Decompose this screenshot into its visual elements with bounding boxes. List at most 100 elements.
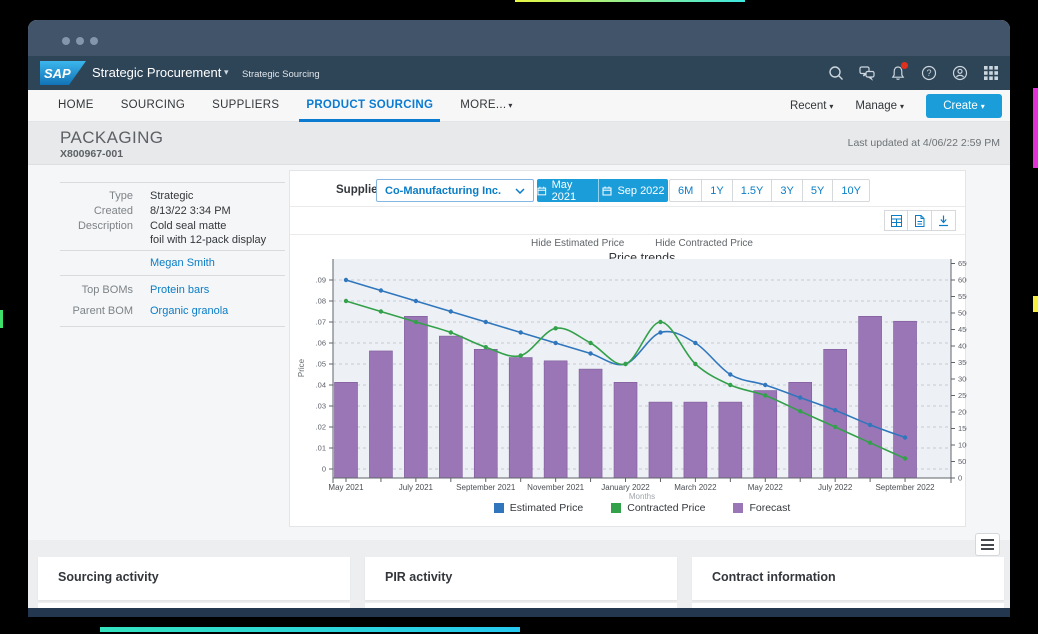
estimated-price-point[interactable] <box>484 320 488 324</box>
window-control-dot[interactable] <box>62 37 70 45</box>
contracted-price-point[interactable] <box>449 330 453 334</box>
estimated-price-point[interactable] <box>519 330 523 334</box>
forecast-bar[interactable] <box>684 402 707 478</box>
estimated-price-point[interactable] <box>379 288 383 292</box>
forecast-bar[interactable] <box>369 351 392 478</box>
contracted-price-point[interactable] <box>903 456 907 460</box>
estimated-price-point[interactable] <box>763 383 767 387</box>
range-button-group: 6M1Y1.5Y3Y5Y10Y <box>669 179 870 202</box>
contracted-price-point[interactable] <box>693 362 697 366</box>
app-finder-grid-icon[interactable] <box>982 64 1000 82</box>
estimated-price-point[interactable] <box>868 423 872 427</box>
contracted-price-point[interactable] <box>868 441 872 445</box>
parent-bom-link[interactable]: Organic granola <box>150 305 228 317</box>
tab-home[interactable]: HOME <box>58 90 94 122</box>
estimated-price-point[interactable] <box>693 341 697 345</box>
divider <box>60 326 285 327</box>
contracted-price-point[interactable] <box>623 362 627 366</box>
contracted-price-point[interactable] <box>833 425 837 429</box>
contracted-price-point[interactable] <box>414 320 418 324</box>
estimated-price-point[interactable] <box>658 330 662 334</box>
y-right-tick-label: 550 <box>958 292 967 301</box>
tab-sourcing[interactable]: SOURCING <box>121 90 185 122</box>
chat-icon[interactable] <box>858 64 876 82</box>
layout-menu-button[interactable] <box>975 533 1000 556</box>
forecast-bar[interactable] <box>579 369 602 478</box>
forecast-bar[interactable] <box>754 391 777 478</box>
contracted-price-point[interactable] <box>658 320 662 324</box>
contracted-price-point[interactable] <box>588 341 592 345</box>
range-6m[interactable]: 6M <box>669 179 702 202</box>
notifications-bell-icon[interactable] <box>889 64 907 82</box>
forecast-bar[interactable] <box>439 336 462 478</box>
contracted-price-point[interactable] <box>728 383 732 387</box>
forecast-bar[interactable] <box>719 402 742 478</box>
estimated-price-point[interactable] <box>728 372 732 376</box>
window-control-dot[interactable] <box>90 37 98 45</box>
forecast-bar[interactable] <box>544 361 567 478</box>
top-boms-link[interactable]: Protein bars <box>150 284 209 296</box>
estimated-price-point[interactable] <box>553 341 557 345</box>
y-left-tick-label: .07 <box>316 318 326 327</box>
estimated-price-point[interactable] <box>833 408 837 412</box>
owner-link[interactable]: Megan Smith <box>150 257 215 269</box>
contracted-price-point[interactable] <box>484 345 488 349</box>
hide-estimated-price-link[interactable]: Hide Estimated Price <box>531 238 624 249</box>
spreadsheet-export-button[interactable] <box>884 210 908 231</box>
contracted-price-point[interactable] <box>519 353 523 357</box>
card-pir-activity[interactable]: PIR activity <box>365 557 677 600</box>
range-1-5y[interactable]: 1.5Y <box>733 179 773 202</box>
forecast-bar[interactable] <box>859 316 882 478</box>
card-contract-information[interactable]: Contract information <box>692 557 1004 600</box>
pdf-export-button[interactable] <box>908 210 932 231</box>
calendar-icon <box>602 186 612 196</box>
supplier-select[interactable]: Co-Manufacturing Inc. <box>376 179 534 202</box>
forecast-bar[interactable] <box>614 382 637 478</box>
download-button[interactable] <box>932 210 956 231</box>
create-button[interactable]: Create▾ <box>926 94 1002 118</box>
tab-suppliers[interactable]: SUPPLIERS <box>212 90 279 122</box>
window-control-dot[interactable] <box>76 37 84 45</box>
window-titlebar <box>28 20 1010 56</box>
compression-artifact <box>100 627 520 632</box>
forecast-bar[interactable] <box>335 382 358 478</box>
forecast-bar[interactable] <box>509 358 532 478</box>
range-1y[interactable]: 1Y <box>702 179 732 202</box>
contracted-price-point[interactable] <box>379 309 383 313</box>
contracted-price-point[interactable] <box>344 299 348 303</box>
product-menu-caret-icon[interactable]: ▾ <box>224 67 229 78</box>
contracted-price-point[interactable] <box>763 393 767 397</box>
card-sourcing-activity[interactable]: Sourcing activity <box>38 557 350 600</box>
estimated-price-point[interactable] <box>588 351 592 355</box>
estimated-price-point[interactable] <box>414 299 418 303</box>
y-left-tick-label: .01 <box>316 444 326 453</box>
search-icon[interactable] <box>827 64 845 82</box>
y-right-tick-label: 450 <box>958 325 967 334</box>
range-10y[interactable]: 10Y <box>833 179 870 202</box>
manage-menu[interactable]: Manage▾ <box>855 100 904 112</box>
estimated-price-point[interactable] <box>449 309 453 313</box>
estimated-price-point[interactable] <box>903 435 907 439</box>
recent-menu[interactable]: Recent▾ <box>790 100 833 112</box>
hide-contracted-price-link[interactable]: Hide Contracted Price <box>655 238 753 249</box>
range-5y[interactable]: 5Y <box>803 179 833 202</box>
contracted-price-point[interactable] <box>798 409 802 413</box>
profile-icon[interactable] <box>951 64 969 82</box>
tab-more[interactable]: MORE...▾ <box>460 90 513 122</box>
price-trends-card: Supplier: Co-Manufacturing Inc. May 2021… <box>289 170 966 527</box>
chevron-down-icon: ▾ <box>829 102 833 111</box>
forecast-bar[interactable] <box>649 402 672 478</box>
y-left-tick-label: .04 <box>316 381 326 390</box>
estimated-price-point[interactable] <box>798 395 802 399</box>
contracted-price-point[interactable] <box>553 326 557 330</box>
forecast-bar[interactable] <box>474 349 497 478</box>
forecast-bar[interactable] <box>404 316 427 478</box>
range-3y[interactable]: 3Y <box>772 179 802 202</box>
sap-logo-icon[interactable]: SAP <box>40 61 86 85</box>
date-to-button[interactable]: Sep 2022 <box>598 179 668 202</box>
estimated-price-point[interactable] <box>344 278 348 282</box>
date-from-button[interactable]: May 2021 <box>537 179 598 202</box>
product-title: Strategic Procurement <box>92 65 221 80</box>
tab-product-sourcing[interactable]: PRODUCT SOURCING <box>306 90 433 122</box>
help-icon[interactable]: ? <box>920 64 938 82</box>
